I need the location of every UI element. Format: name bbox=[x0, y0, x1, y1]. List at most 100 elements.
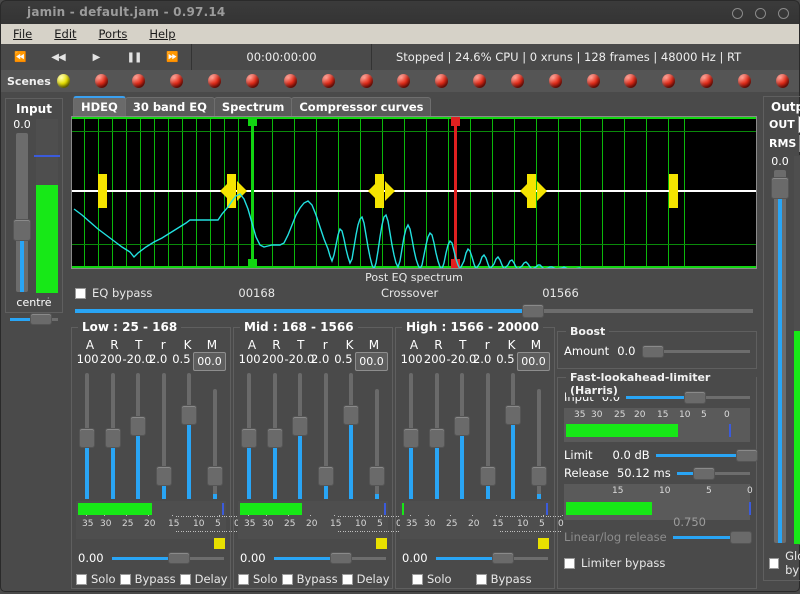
fader-knee[interactable] bbox=[342, 373, 360, 499]
fader-attack[interactable] bbox=[240, 373, 258, 499]
fader-threshold[interactable] bbox=[129, 373, 147, 499]
bypass-checkbox[interactable] bbox=[119, 573, 131, 585]
fader-release[interactable] bbox=[104, 373, 122, 499]
scene-led-1[interactable] bbox=[56, 74, 70, 88]
fader-makeup[interactable] bbox=[206, 373, 224, 499]
scene-led-6[interactable] bbox=[245, 74, 259, 88]
band-low-gain-slider[interactable] bbox=[112, 551, 224, 565]
fader-attack[interactable] bbox=[402, 373, 420, 499]
output-fader[interactable]: 0.0 bbox=[767, 155, 793, 545]
scene-led-20[interactable] bbox=[775, 74, 789, 88]
bypass-checkbox[interactable] bbox=[281, 573, 293, 585]
band-meter-dot bbox=[207, 531, 209, 532]
band-meter-dot bbox=[390, 531, 392, 532]
menu-ports[interactable]: Ports bbox=[95, 26, 132, 42]
fader-threshold[interactable] bbox=[291, 373, 309, 499]
global-bypass-checkbox[interactable] bbox=[769, 557, 780, 569]
skip-end-icon[interactable]: ⏩ bbox=[153, 44, 191, 70]
scene-led-15[interactable] bbox=[586, 74, 600, 88]
band-mid-delay[interactable]: Delay bbox=[341, 572, 390, 586]
scene-led-18[interactable] bbox=[700, 74, 714, 88]
maximize-icon[interactable] bbox=[755, 7, 766, 19]
tab-compressor-curves[interactable]: Compressor curves bbox=[291, 97, 432, 116]
scene-led-12[interactable] bbox=[473, 74, 487, 88]
makeup-gain-field[interactable]: 00.0 bbox=[355, 352, 388, 371]
band-low-delay[interactable]: Delay bbox=[179, 572, 228, 586]
tab-hdeq[interactable]: HDEQ bbox=[73, 96, 126, 116]
band-mid-solo[interactable]: Solo bbox=[238, 572, 278, 586]
limiter-release-slider[interactable] bbox=[676, 466, 750, 480]
scene-led-13[interactable] bbox=[510, 74, 524, 88]
bypass-checkbox[interactable] bbox=[475, 573, 487, 585]
band-low-solo[interactable]: Solo bbox=[76, 572, 116, 586]
scene-led-2[interactable] bbox=[94, 74, 108, 88]
input-fader[interactable]: 0.0 bbox=[9, 118, 35, 294]
fader-knee[interactable] bbox=[504, 373, 522, 499]
scene-led-19[interactable] bbox=[737, 74, 751, 88]
input-fader-track[interactable] bbox=[13, 133, 31, 292]
scene-led-11[interactable] bbox=[435, 74, 449, 88]
band-low-bypass[interactable]: Bypass bbox=[119, 572, 176, 586]
play-icon[interactable]: ▶ bbox=[77, 44, 115, 70]
band-high-solo[interactable]: Solo bbox=[412, 572, 452, 586]
band-meter-tick-25: 25 bbox=[284, 519, 296, 529]
fader-ratio[interactable] bbox=[317, 373, 335, 499]
delay-checkbox[interactable] bbox=[179, 573, 191, 585]
minimize-icon[interactable] bbox=[732, 7, 743, 19]
fader-ratio[interactable] bbox=[479, 373, 497, 499]
fader-threshold[interactable] bbox=[453, 373, 471, 499]
scene-led-4[interactable] bbox=[170, 74, 184, 88]
scene-led-14[interactable] bbox=[548, 74, 562, 88]
makeup-gain-field[interactable]: 00.0 bbox=[193, 352, 226, 371]
band-meter-dot bbox=[197, 531, 199, 532]
limiter-input-slider[interactable] bbox=[626, 390, 750, 404]
solo-checkbox[interactable] bbox=[238, 573, 249, 585]
limiter-limit-label: Limit bbox=[564, 448, 593, 462]
scene-led-16[interactable] bbox=[624, 74, 638, 88]
global-bypass-row[interactable]: Global bypass bbox=[767, 549, 800, 577]
eq-bypass-checkbox[interactable] bbox=[75, 287, 86, 299]
band-mid-bypass[interactable]: Bypass bbox=[281, 572, 338, 586]
rewind-icon[interactable]: ◀◀ bbox=[39, 44, 77, 70]
fader-release[interactable] bbox=[428, 373, 446, 499]
scene-led-8[interactable] bbox=[321, 74, 335, 88]
crossover-slider[interactable] bbox=[75, 303, 753, 319]
fader-knee[interactable] bbox=[180, 373, 198, 499]
linlog-slider[interactable] bbox=[672, 530, 752, 544]
skip-start-icon[interactable]: ⏪ bbox=[1, 44, 39, 70]
limiter-bypass-checkbox[interactable] bbox=[564, 557, 575, 569]
scene-led-7[interactable] bbox=[283, 74, 297, 88]
tab-spectrum[interactable]: Spectrum bbox=[213, 97, 293, 116]
pan-slider[interactable] bbox=[10, 312, 58, 326]
scene-led-10[interactable] bbox=[397, 74, 411, 88]
limiter-bypass-row[interactable]: Limiter bypass bbox=[564, 556, 750, 570]
scene-led-5[interactable] bbox=[208, 74, 222, 88]
pause-icon[interactable]: ❚❚ bbox=[115, 44, 153, 70]
output-fader-track[interactable] bbox=[771, 170, 789, 543]
scene-led-9[interactable] bbox=[359, 74, 373, 88]
solo-checkbox[interactable] bbox=[412, 573, 423, 585]
fader-release[interactable] bbox=[266, 373, 284, 499]
fader-makeup[interactable] bbox=[530, 373, 548, 499]
delay-checkbox[interactable] bbox=[341, 573, 353, 585]
solo-checkbox[interactable] bbox=[76, 573, 87, 585]
scene-led-17[interactable] bbox=[662, 74, 676, 88]
menu-edit[interactable]: Edit bbox=[50, 26, 80, 42]
menu-file[interactable]: File bbox=[9, 26, 36, 42]
crossover-label: Crossover bbox=[381, 286, 439, 301]
menu-help[interactable]: Help bbox=[145, 26, 179, 42]
fader-makeup[interactable] bbox=[368, 373, 386, 499]
band-high-bypass[interactable]: Bypass bbox=[475, 572, 532, 586]
band-mid-gain-slider[interactable] bbox=[274, 551, 386, 565]
scene-led-3[interactable] bbox=[132, 74, 146, 88]
makeup-gain-field[interactable]: 00.0 bbox=[517, 352, 550, 371]
hdeq-graph[interactable] bbox=[71, 116, 757, 270]
tab-30-band-eq[interactable]: 30 band EQ bbox=[124, 97, 215, 116]
close-icon[interactable] bbox=[778, 7, 789, 19]
fader-ratio[interactable] bbox=[155, 373, 173, 499]
fader-attack[interactable] bbox=[78, 373, 96, 499]
band-high-gain-slider[interactable] bbox=[436, 551, 548, 565]
boost-amount-slider[interactable] bbox=[641, 344, 750, 358]
limiter-limit-slider[interactable] bbox=[655, 448, 758, 462]
band-meter-dot bbox=[216, 531, 218, 532]
